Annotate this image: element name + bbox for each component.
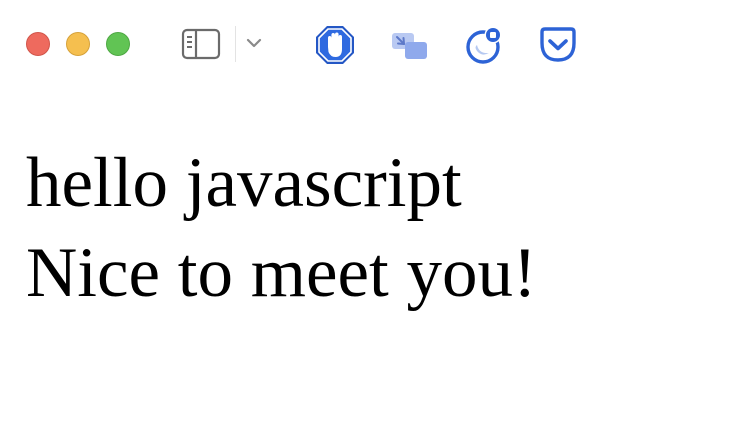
toolbar: [0, 0, 738, 88]
page-content: hello javascript Nice to meet you!: [26, 138, 726, 318]
minimize-window-button[interactable]: [66, 32, 90, 56]
adblock-extension-button[interactable]: [313, 24, 357, 66]
sidebar-icon: [181, 28, 221, 60]
sidebar-toggle-button[interactable]: [180, 27, 222, 61]
close-window-button[interactable]: [26, 32, 50, 56]
maximize-window-button[interactable]: [106, 32, 130, 56]
welcome-line: Nice to meet you!: [26, 234, 537, 312]
picture-in-picture-extension-button[interactable]: [387, 27, 431, 63]
greeting-line: hello javascript: [26, 144, 462, 222]
toolbar-divider: [235, 26, 236, 62]
pocket-extension-button[interactable]: [536, 25, 580, 65]
tab-overview-menu-button[interactable]: [243, 32, 265, 54]
stop-hand-icon: [316, 26, 354, 64]
pip-icon: [392, 33, 427, 59]
dark-mode-extension-button[interactable]: [462, 24, 506, 66]
browser-window: hello javascript Nice to meet you!: [0, 0, 738, 442]
moon-badge-icon: [466, 26, 502, 64]
chevron-down-icon: [246, 38, 262, 48]
pocket-icon: [540, 27, 576, 62]
